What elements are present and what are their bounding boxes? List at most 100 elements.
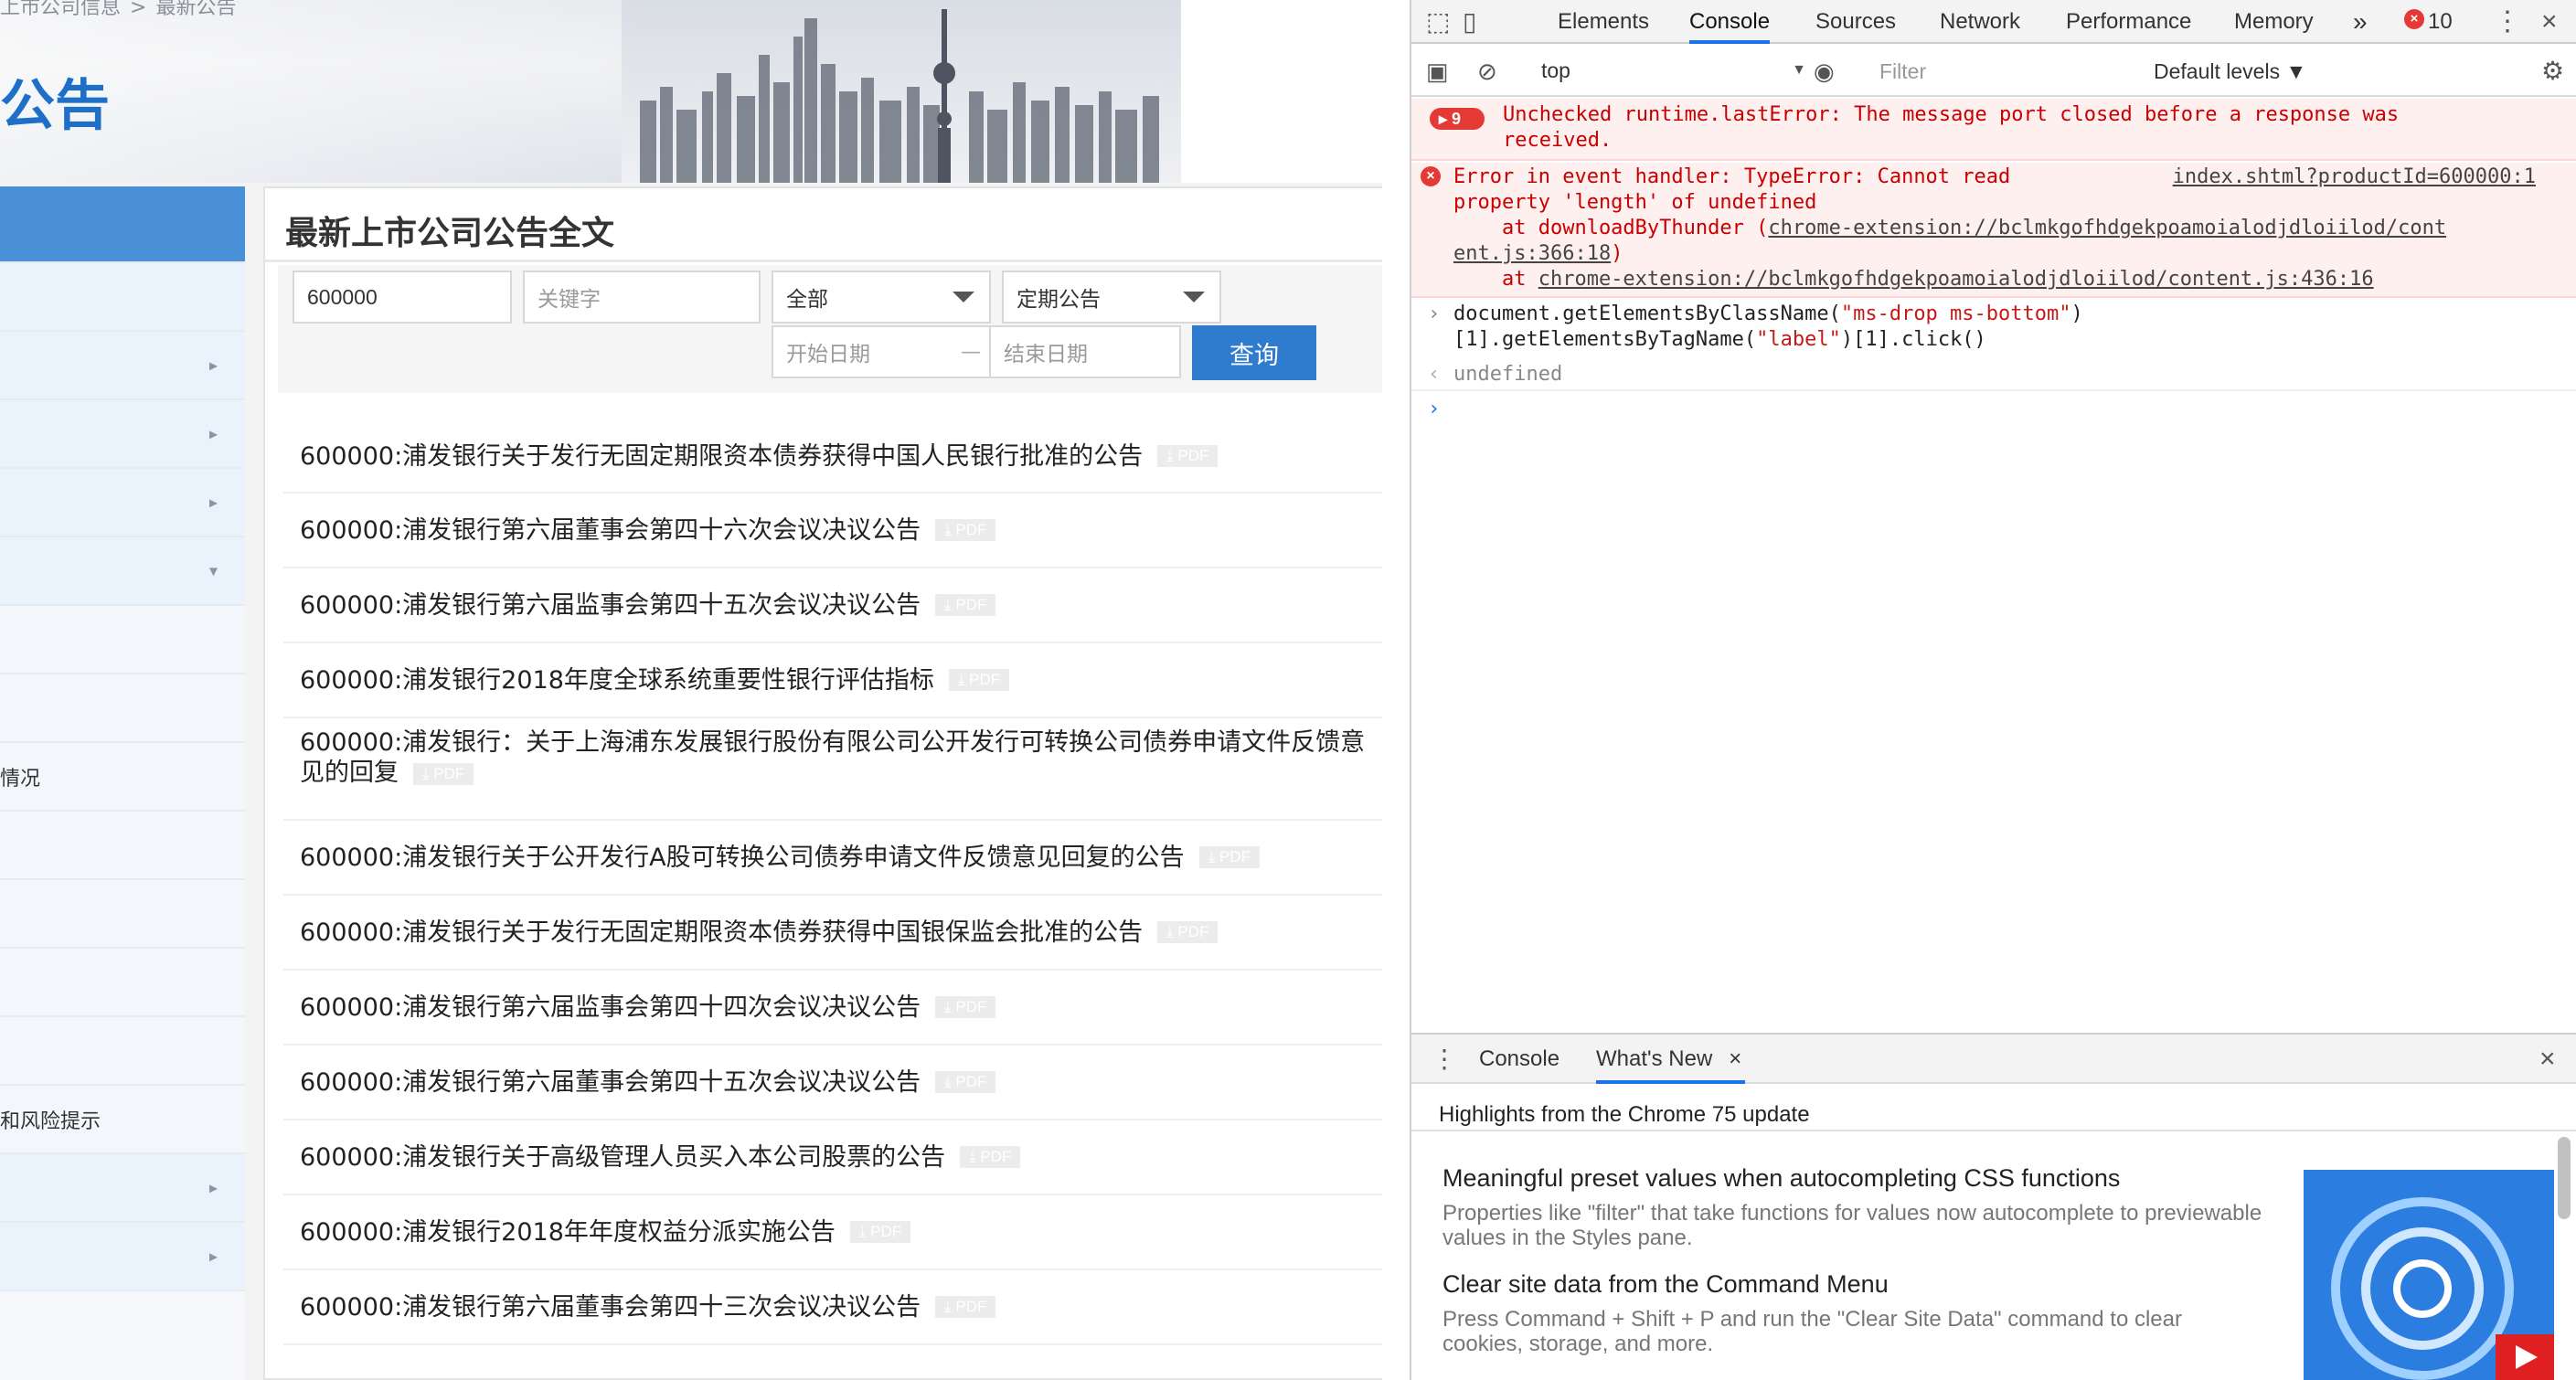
sidebar-subitem[interactable]: [0, 1017, 245, 1086]
sidebar-subitem[interactable]: [0, 949, 245, 1017]
more-tabs-button[interactable]: »: [2353, 0, 2368, 44]
tab-sources[interactable]: Sources: [1815, 0, 1896, 44]
sidebar-subitem[interactable]: [0, 880, 245, 949]
announcement-link[interactable]: 600000:浦发银行第六届监事会第四十五次会议决议公告: [300, 590, 921, 621]
error-icon[interactable]: ×: [2404, 9, 2424, 29]
announcement-row[interactable]: 600000:浦发银行关于发行无固定期限资本债券获得中国人民银行批准的公告 ⤓ P…: [283, 420, 1382, 494]
sidebar-item[interactable]: [0, 186, 245, 263]
sidebar-item[interactable]: ▸: [0, 332, 245, 400]
pdf-download-icon[interactable]: ⤓ PDF: [935, 1296, 996, 1318]
tab-console[interactable]: Console: [1689, 0, 1771, 44]
pdf-download-icon[interactable]: ⤓ PDF: [1157, 445, 1219, 467]
tab-performance[interactable]: Performance: [2066, 0, 2191, 44]
tab-memory[interactable]: Memory: [2234, 0, 2314, 44]
announcement-link[interactable]: 600000:浦发银行2018年度全球系统重要性银行评估指标: [300, 665, 934, 695]
announcement-row[interactable]: 600000:浦发银行2018年年度权益分派实施公告 ⤓ PDF: [283, 1195, 1382, 1270]
eye-icon[interactable]: ◉: [1814, 49, 1835, 93]
start-date-input[interactable]: 开始日期: [772, 325, 954, 378]
sidebar-item[interactable]: ▸: [0, 469, 245, 537]
tab-network[interactable]: Network: [1940, 0, 2020, 44]
pdf-download-icon[interactable]: ⤓ PDF: [960, 1146, 1021, 1168]
announcement-link[interactable]: 600000:浦发银行2018年年度权益分派实施公告: [300, 1217, 836, 1247]
sidebar-item-expanded[interactable]: ▾: [0, 537, 245, 606]
stack-link[interactable]: chrome-extension://bclmkgofhdgekpoamoial…: [1538, 268, 2374, 291]
inspect-element-icon[interactable]: ⬚: [1426, 0, 1450, 44]
announcement-link[interactable]: 600000:浦发银行关于高级管理人员买入本公司股票的公告: [300, 1142, 945, 1173]
console-message-error: × Error in event handler: TypeError: Can…: [1411, 163, 2576, 298]
drawer-tab-console[interactable]: Console: [1479, 1035, 1559, 1084]
video-thumbnail-image[interactable]: [2304, 1170, 2554, 1380]
announcement-link[interactable]: 600000:浦发银行第六届董事会第四十六次会议决议公告: [300, 515, 921, 546]
close-drawer-icon[interactable]: ×: [2539, 1035, 2556, 1084]
pdf-download-icon[interactable]: ⤓ PDF: [1198, 846, 1260, 868]
error-count[interactable]: 10: [2428, 0, 2453, 44]
console-filter-input[interactable]: Filter: [1870, 53, 2154, 90]
context-select[interactable]: top ▼: [1541, 55, 1834, 86]
pdf-download-icon[interactable]: ⤓ PDF: [935, 1071, 996, 1093]
clear-console-icon[interactable]: ⊘: [1477, 49, 1497, 93]
breadcrumb-item[interactable]: 上市公司信息: [0, 0, 121, 19]
pdf-download-icon[interactable]: ⤓ PDF: [935, 594, 996, 616]
announcement-row[interactable]: 600000:浦发银行第六届监事会第四十四次会议决议公告 ⤓ PDF: [283, 971, 1382, 1046]
pdf-download-icon[interactable]: ⤓ PDF: [849, 1221, 911, 1243]
announcement-type-select[interactable]: 定期公告: [1002, 271, 1221, 324]
log-levels-select[interactable]: Default levels ▼: [2154, 53, 2306, 90]
pdf-label: PDF: [955, 1073, 987, 1090]
announcement-row[interactable]: 600000:浦发银行关于高级管理人员买入本公司股票的公告 ⤓ PDF: [283, 1120, 1382, 1195]
announcement-row[interactable]: 600000:浦发银行关于发行无固定期限资本债券获得中国银保监会批准的公告 ⤓ P…: [283, 896, 1382, 971]
kebab-menu-icon[interactable]: ⋮: [2494, 0, 2521, 44]
announcement-link[interactable]: 600000:浦发银行第六届董事会第四十五次会议决议公告: [300, 1067, 921, 1098]
whats-new-item-desc: Properties like "filter" that take funct…: [1442, 1201, 2262, 1250]
caret-down-icon: [1183, 292, 1205, 303]
tab-elements[interactable]: Elements: [1558, 0, 1649, 44]
pdf-download-icon[interactable]: ⤓ PDF: [1157, 921, 1219, 943]
announcement-row[interactable]: 600000:浦发银行第六届董事会第四十三次会议决议公告 ⤓ PDF: [283, 1270, 1382, 1345]
pdf-download-icon[interactable]: ⤓ PDF: [935, 996, 996, 1018]
sidebar-item[interactable]: ▸: [0, 400, 245, 469]
announcement-link[interactable]: 600000:浦发银行第六届监事会第四十四次会议决议公告: [300, 993, 921, 1023]
sidebar-subitem[interactable]: [0, 674, 245, 743]
end-date-input[interactable]: 结束日期: [989, 325, 1181, 378]
sidebar-item[interactable]: ▸: [0, 1154, 245, 1223]
category-select[interactable]: 全部: [772, 271, 991, 324]
pdf-download-icon[interactable]: ⤓ PDF: [935, 519, 996, 541]
announcement-link[interactable]: 600000:浦发银行：关于上海浦东发展银行股份有限公司公开发行可转换公司债券申…: [300, 727, 1382, 788]
gear-icon[interactable]: ⚙: [2541, 49, 2564, 93]
drawer-tab-whats-new[interactable]: What's New ×: [1596, 1035, 1746, 1084]
announcement-row[interactable]: 600000:浦发银行关于公开发行A股可转换公司债券申请文件反馈意见回复的公告 ⤓…: [283, 821, 1382, 896]
date-range-separator: —: [953, 325, 989, 378]
pdf-download-icon[interactable]: ⤓ PDF: [948, 669, 1010, 691]
search-button[interactable]: 查询: [1192, 325, 1316, 380]
announcement-link[interactable]: 600000:浦发银行第六届董事会第四十三次会议决议公告: [300, 1292, 921, 1322]
announcement-row[interactable]: 600000:浦发银行：关于上海浦东发展银行股份有限公司公开发行可转换公司债券申…: [283, 718, 1382, 821]
announcement-row[interactable]: 600000:浦发银行第六届董事会第四十五次会议决议公告 ⤓ PDF: [283, 1046, 1382, 1120]
sidebar-subitem[interactable]: 和风险提示: [0, 1086, 245, 1154]
pdf-download-icon[interactable]: ⤓ PDF: [413, 762, 474, 785]
device-toolbar-icon[interactable]: ▯: [1463, 0, 1476, 44]
sidebar-subitem[interactable]: [0, 812, 245, 880]
announcement-row[interactable]: 600000:浦发银行第六届监事会第四十五次会议决议公告 ⤓ PDF: [283, 568, 1382, 643]
announcement-link[interactable]: 600000:浦发银行关于公开发行A股可转换公司债券申请文件反馈意见回复的公告: [300, 843, 1185, 873]
sidebar-toggle-icon[interactable]: ▣: [1426, 49, 1449, 93]
drawer-menu-icon[interactable]: ⋮: [1432, 1035, 1457, 1084]
stack-link[interactable]: chrome-extension://bclmkgofhdgekpoamoial…: [1768, 217, 2446, 239]
chevron-right-icon: ▸: [208, 1178, 218, 1197]
source-link[interactable]: index.shtml?productId=600000:1: [2173, 165, 2536, 190]
announcement-row[interactable]: 600000:浦发银行2018年度全球系统重要性银行评估指标 ⤓ PDF: [283, 643, 1382, 718]
announcement-row[interactable]: 600000:浦发银行第六届董事会第四十六次会议决议公告 ⤓ PDF: [283, 494, 1382, 568]
sidebar-subitem[interactable]: [0, 606, 245, 674]
close-tab-icon[interactable]: ×: [1729, 1035, 1741, 1084]
whats-new-item-title[interactable]: Clear site data from the Command Menu: [1442, 1270, 1889, 1299]
stock-code-input[interactable]: 600000: [293, 271, 512, 324]
whats-new-item-title[interactable]: Meaningful preset values when autocomple…: [1442, 1164, 2120, 1193]
sidebar-subitem[interactable]: 情况: [0, 743, 245, 812]
stack-link[interactable]: ent.js:366:18: [1453, 242, 1611, 265]
drawer-scrollbar-thumb[interactable]: [2558, 1137, 2571, 1219]
sidebar-item[interactable]: [0, 263, 245, 332]
sidebar-item[interactable]: ▸: [0, 1223, 245, 1291]
console-prompt[interactable]: ›: [1411, 397, 2576, 426]
announcement-link[interactable]: 600000:浦发银行关于发行无固定期限资本债券获得中国银保监会批准的公告: [300, 918, 1143, 948]
close-devtools-icon[interactable]: ×: [2541, 0, 2558, 44]
announcement-link[interactable]: 600000:浦发银行关于发行无固定期限资本债券获得中国人民银行批准的公告: [300, 441, 1143, 472]
keyword-input[interactable]: 关键字: [523, 271, 761, 324]
